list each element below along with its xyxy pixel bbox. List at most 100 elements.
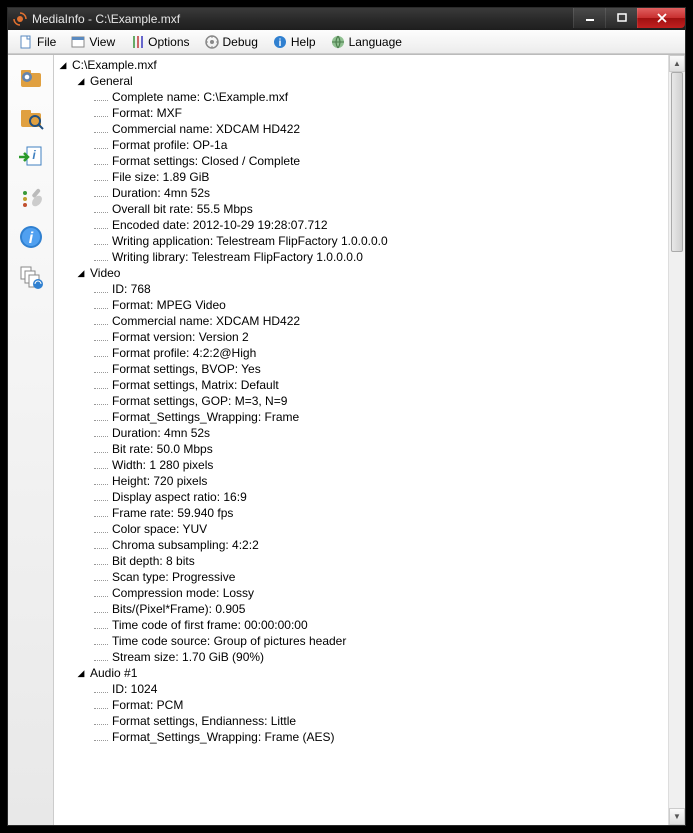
tree-node-label: Video: [88, 265, 120, 281]
svg-text:i: i: [28, 230, 33, 247]
tree-node-label: Format settings, Endianness: Little: [110, 713, 296, 729]
scroll-up-button[interactable]: ▲: [669, 55, 685, 72]
tree-leaf[interactable]: Time code source: Group of pictures head…: [58, 633, 668, 649]
tree-branch[interactable]: ◢Video: [58, 265, 668, 281]
tree-leaf[interactable]: Time code of first frame: 00:00:00:00: [58, 617, 668, 633]
tree-node-label: Format: MXF: [110, 105, 182, 121]
expand-toggle-icon[interactable]: ◢: [76, 268, 86, 278]
tree-node-label: Color space: YUV: [110, 521, 207, 537]
tree-leaf[interactable]: Format settings, Endianness: Little: [58, 713, 668, 729]
tree-node-label: Bits/(Pixel*Frame): 0.905: [110, 601, 245, 617]
tree-node-label: Format_Settings_Wrapping: Frame (AES): [110, 729, 335, 745]
tree-leaf[interactable]: Width: 1 280 pixels: [58, 457, 668, 473]
tree-leaf[interactable]: Stream size: 1.70 GiB (90%): [58, 649, 668, 665]
scroll-down-button[interactable]: ▼: [669, 808, 685, 825]
tree-leaf[interactable]: Color space: YUV: [58, 521, 668, 537]
tree-leaf[interactable]: Compression mode: Lossy: [58, 585, 668, 601]
tree-leaf[interactable]: Scan type: Progressive: [58, 569, 668, 585]
maximize-button[interactable]: [605, 8, 637, 28]
view-icon: [70, 34, 86, 50]
menu-help[interactable]: i Help: [266, 33, 322, 51]
tree-node-label: Width: 1 280 pixels: [110, 457, 213, 473]
tree-node-label: ID: 768: [110, 281, 151, 297]
tree-leaf[interactable]: Format settings, Matrix: Default: [58, 377, 668, 393]
menu-language[interactable]: Language: [324, 33, 408, 51]
tree-leaf[interactable]: Height: 720 pixels: [58, 473, 668, 489]
tree-node-label: Chroma subsampling: 4:2:2: [110, 537, 259, 553]
tree-leaf[interactable]: Duration: 4mn 52s: [58, 185, 668, 201]
tree-leaf[interactable]: Duration: 4mn 52s: [58, 425, 668, 441]
tree-leaf[interactable]: Bits/(Pixel*Frame): 0.905: [58, 601, 668, 617]
tree-leaf[interactable]: ID: 1024: [58, 681, 668, 697]
tree-leaf[interactable]: Format settings, BVOP: Yes: [58, 361, 668, 377]
debug-icon: [204, 34, 220, 50]
window-inner: MediaInfo - C:\Example.mxf File View Opt…: [7, 7, 686, 826]
sidebar-export[interactable]: i: [15, 141, 47, 173]
tree-branch[interactable]: ◢General: [58, 73, 668, 89]
tree-node-label: Display aspect ratio: 16:9: [110, 489, 247, 505]
tree-leaf[interactable]: Format: PCM: [58, 697, 668, 713]
menu-file[interactable]: File: [12, 33, 62, 51]
tree-node-label: Bit rate: 50.0 Mbps: [110, 441, 213, 457]
tree-leaf[interactable]: Commercial name: XDCAM HD422: [58, 121, 668, 137]
close-button[interactable]: [637, 8, 685, 28]
menu-label: Debug: [223, 35, 258, 49]
tree-leaf[interactable]: ID: 768: [58, 281, 668, 297]
tree-leaf[interactable]: Format settings: Closed / Complete: [58, 153, 668, 169]
sidebar-settings[interactable]: [15, 181, 47, 213]
window-buttons: [573, 8, 685, 28]
minimize-button[interactable]: [573, 8, 605, 28]
tree-leaf[interactable]: Encoded date: 2012-10-29 19:28:07.712: [58, 217, 668, 233]
tree-leaf[interactable]: Display aspect ratio: 16:9: [58, 489, 668, 505]
sidebar-open-folder[interactable]: [15, 101, 47, 133]
menu-view[interactable]: View: [64, 33, 121, 51]
tree-leaf[interactable]: Format_Settings_Wrapping: Frame: [58, 409, 668, 425]
titlebar[interactable]: MediaInfo - C:\Example.mxf: [8, 8, 685, 30]
tree-leaf[interactable]: Overall bit rate: 55.5 Mbps: [58, 201, 668, 217]
tree-leaf[interactable]: Format: MXF: [58, 105, 668, 121]
options-icon: [129, 34, 145, 50]
vertical-scrollbar[interactable]: ▲ ▼: [668, 55, 685, 825]
scroll-track[interactable]: [669, 72, 685, 808]
menu-options[interactable]: Options: [123, 33, 195, 51]
expand-toggle-icon[interactable]: ◢: [58, 60, 68, 70]
tree-branch[interactable]: ◢C:\Example.mxf: [58, 57, 668, 73]
tree-leaf[interactable]: Frame rate: 59.940 fps: [58, 505, 668, 521]
tree-node-label: Commercial name: XDCAM HD422: [110, 121, 300, 137]
scroll-thumb[interactable]: [671, 72, 683, 252]
tree-leaf[interactable]: Commercial name: XDCAM HD422: [58, 313, 668, 329]
tree-leaf[interactable]: Format version: Version 2: [58, 329, 668, 345]
expand-toggle-icon[interactable]: ◢: [76, 668, 86, 678]
menu-label: Options: [148, 35, 189, 49]
svg-text:i: i: [278, 38, 281, 49]
tree-leaf[interactable]: Format_Settings_Wrapping: Frame (AES): [58, 729, 668, 745]
tree-leaf[interactable]: Writing library: Telestream FlipFactory …: [58, 249, 668, 265]
tree-node-label: Format version: Version 2: [110, 329, 249, 345]
tree-leaf[interactable]: Chroma subsampling: 4:2:2: [58, 537, 668, 553]
sidebar-open-file[interactable]: [15, 61, 47, 93]
tree-node-label: Encoded date: 2012-10-29 19:28:07.712: [110, 217, 328, 233]
tree-leaf[interactable]: Format: MPEG Video: [58, 297, 668, 313]
tree-leaf[interactable]: Complete name: C:\Example.mxf: [58, 89, 668, 105]
app-icon: [12, 11, 28, 27]
sidebar-about[interactable]: i: [15, 221, 47, 253]
tree-leaf[interactable]: Bit rate: 50.0 Mbps: [58, 441, 668, 457]
sidebar-multi-files[interactable]: [15, 261, 47, 293]
tree-leaf[interactable]: Format settings, GOP: M=3, N=9: [58, 393, 668, 409]
tree-node-label: Writing library: Telestream FlipFactory …: [110, 249, 363, 265]
menu-debug[interactable]: Debug: [198, 33, 264, 51]
language-icon: [330, 34, 346, 50]
expand-toggle-icon[interactable]: ◢: [76, 76, 86, 86]
tree-node-label: Writing application: Telestream FlipFact…: [110, 233, 388, 249]
tree-branch[interactable]: ◢Audio #1: [58, 665, 668, 681]
tree-leaf[interactable]: File size: 1.89 GiB: [58, 169, 668, 185]
tree-node-label: Complete name: C:\Example.mxf: [110, 89, 288, 105]
tree-node-label: ID: 1024: [110, 681, 157, 697]
menu-label: Language: [349, 35, 402, 49]
menubar: File View Options Debug i Help Language: [8, 30, 685, 54]
tree-view[interactable]: ◢C:\Example.mxf◢GeneralComplete name: C:…: [54, 55, 668, 825]
tree-leaf[interactable]: Format profile: OP-1a: [58, 137, 668, 153]
tree-leaf[interactable]: Bit depth: 8 bits: [58, 553, 668, 569]
tree-leaf[interactable]: Writing application: Telestream FlipFact…: [58, 233, 668, 249]
tree-leaf[interactable]: Format profile: 4:2:2@High: [58, 345, 668, 361]
